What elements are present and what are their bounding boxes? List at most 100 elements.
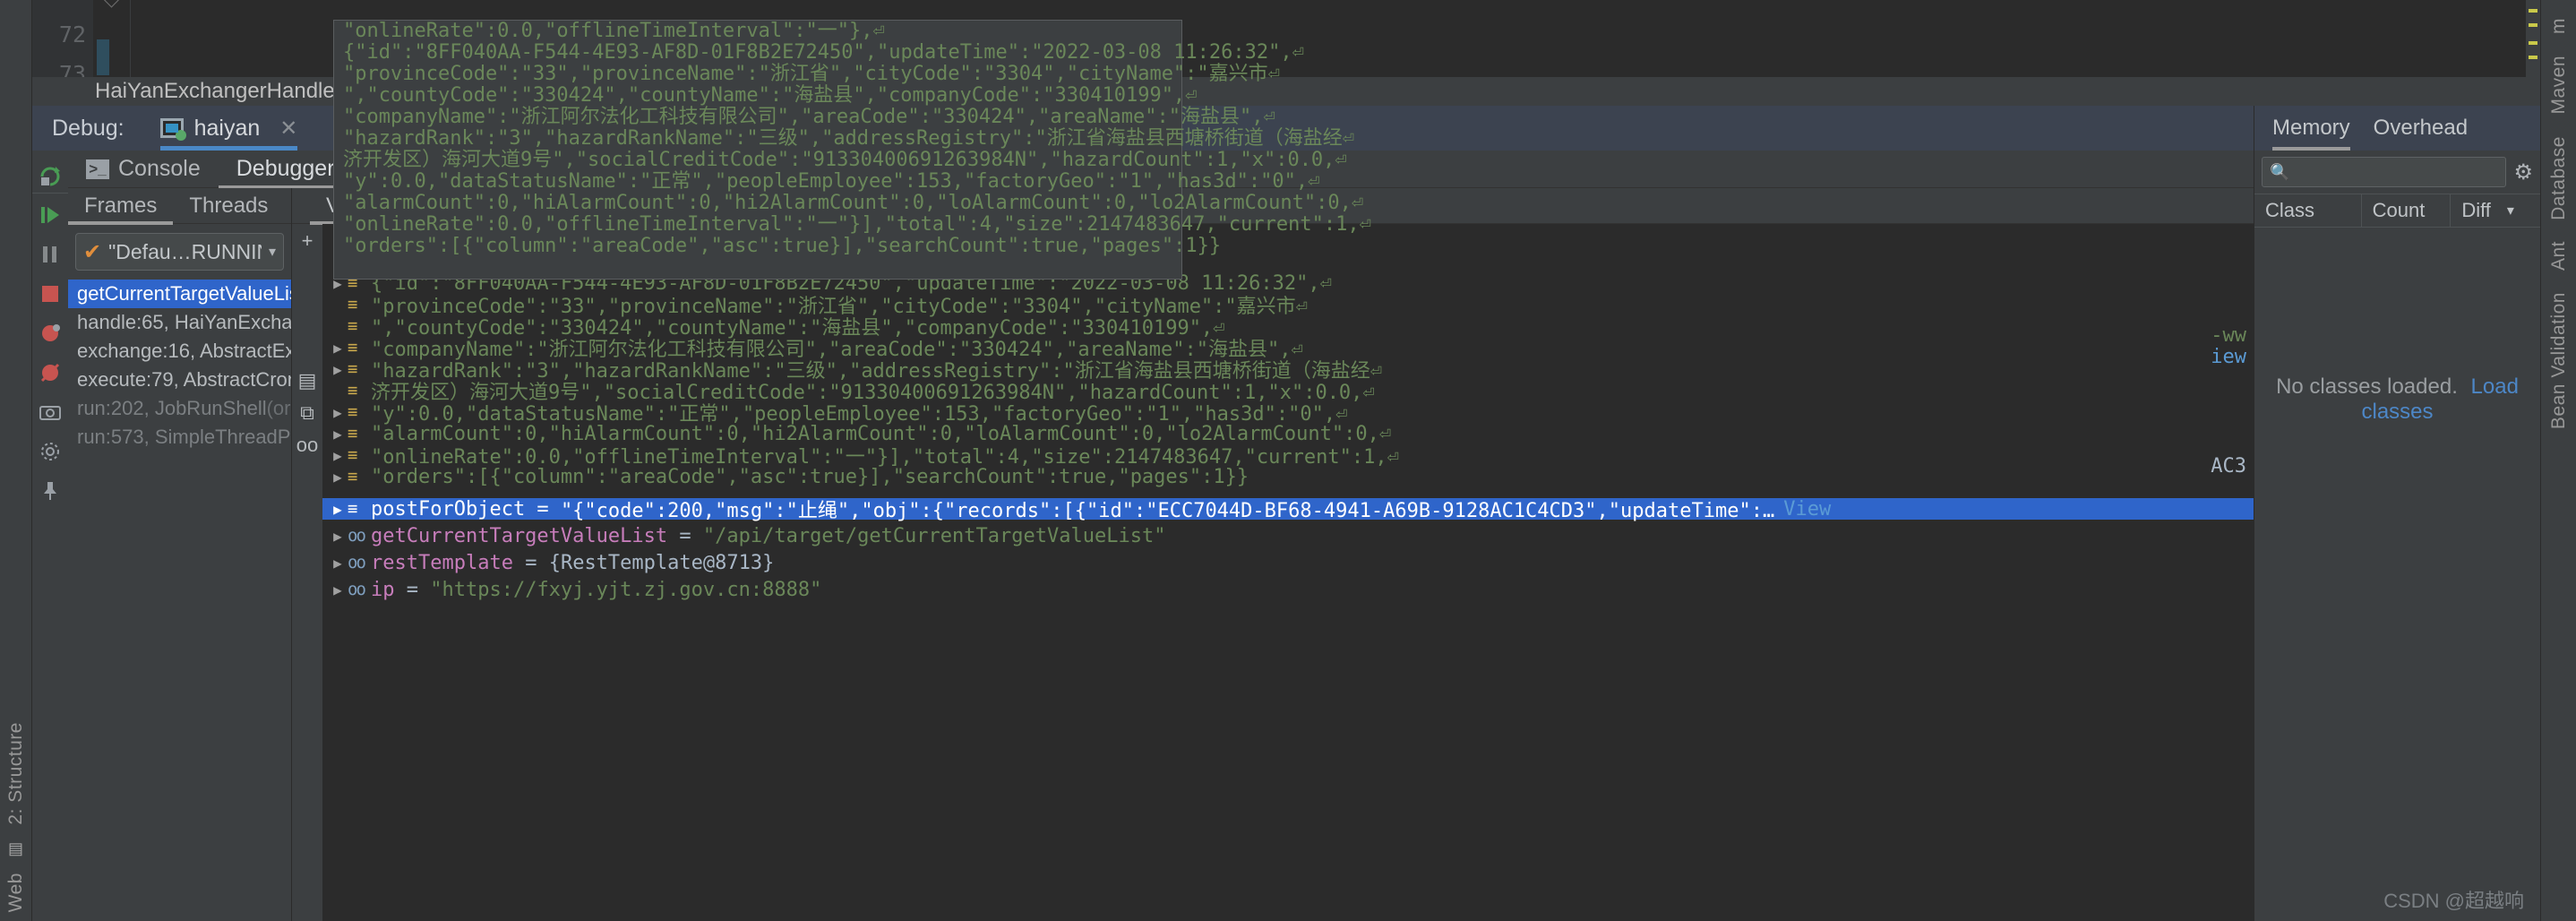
tab-threads[interactable]: Threads bbox=[173, 188, 284, 224]
frame-row[interactable]: run:573, SimpleThreadPool$WorkerThrea bbox=[68, 423, 291, 452]
frame-label: handle:65, HaiYanExchangerHandler bbox=[77, 311, 291, 333]
frame-row-selected[interactable]: getCurrentTargetValueList:97, HaiYanEx bbox=[68, 280, 291, 308]
tab-overhead[interactable]: Overhead bbox=[2374, 106, 2468, 151]
expand-arrow[interactable]: ▶ bbox=[328, 581, 348, 598]
thread-selector-dropdown[interactable]: ✔ "Defau…RUNNING ▾ bbox=[75, 233, 284, 271]
mute-breakpoints-button[interactable] bbox=[32, 355, 68, 391]
frame-row[interactable]: run:202, JobRunShell (org.quartz.core) bbox=[68, 394, 291, 423]
popup-json-line: "alarmCount":0,"hiAlarmCount":0,"hi2Alar… bbox=[343, 192, 1364, 214]
sidebar-item-structure[interactable]: 2: Structure bbox=[5, 713, 27, 834]
expand-arrow[interactable]: ▶ bbox=[328, 404, 348, 421]
stop-button[interactable] bbox=[32, 276, 68, 312]
debug-session-tab[interactable]: haiyan ✕ bbox=[159, 106, 298, 151]
debug-label: Debug: bbox=[52, 115, 125, 141]
sidebar-item-web[interactable]: Web bbox=[5, 864, 27, 921]
run-configuration-icon bbox=[159, 118, 186, 141]
copy-value-icon[interactable]: ⧉ bbox=[300, 401, 314, 425]
run-control-toolbar[interactable] bbox=[32, 151, 68, 921]
frame-row[interactable]: exchange:16, AbstractExchanger (top.h bbox=[68, 337, 291, 366]
pause-program-button[interactable] bbox=[32, 237, 68, 272]
expand-arrow[interactable]: ▶ bbox=[328, 501, 348, 518]
sidebar-item-database[interactable]: Database bbox=[2548, 125, 2570, 231]
memory-search-input[interactable]: 🔍 bbox=[2262, 157, 2507, 187]
expand-arrow[interactable]: ▶ bbox=[328, 340, 348, 357]
gear-icon[interactable]: ⚙ bbox=[2513, 159, 2533, 185]
left-tool-rail[interactable]: 2: Structure ▤ Web bbox=[0, 0, 32, 921]
memory-empty-state: No classes loaded. Load classes bbox=[2254, 374, 2540, 425]
memory-search-row[interactable]: 🔍 ⚙ bbox=[2254, 151, 2540, 194]
popup-json-line: ","countyCode":"330424","countyName":"海盐… bbox=[343, 84, 1198, 107]
frame-row[interactable]: execute:79, AbstractCronExchanger$Cro bbox=[68, 366, 291, 394]
chevron-down-icon[interactable]: ▾ bbox=[2507, 202, 2514, 219]
inspect-icon[interactable]: ▤ bbox=[298, 369, 317, 392]
expand-arrow[interactable]: ▶ bbox=[328, 555, 348, 572]
memory-table-header[interactable]: Class Count Diff ▾ bbox=[2254, 194, 2540, 228]
tab-console[interactable]: >_ Console bbox=[68, 151, 219, 188]
right-tool-rail[interactable]: m Maven Database Ant Bean Validation bbox=[2540, 0, 2576, 921]
popup-json-line: "hazardRank":"3","hazardRankName":"三级","… bbox=[343, 127, 1354, 150]
pin-button[interactable] bbox=[32, 473, 68, 509]
variable-row[interactable]: ▶ oo ip = "https://fxyj.yjt.zj.gov.cn:88… bbox=[322, 578, 822, 601]
column-header-diff-label: Diff bbox=[2461, 199, 2491, 221]
view-link[interactable]: iew bbox=[2211, 346, 2246, 368]
expand-arrow[interactable]: ▶ bbox=[328, 528, 348, 545]
frame-label: run:202, JobRunShell bbox=[77, 397, 267, 419]
breadcrumb-class[interactable]: HaiYanExchangerHandler bbox=[95, 79, 342, 104]
sidebar-item-bean-validation[interactable]: Bean Validation bbox=[2548, 281, 2570, 440]
screenshot-button[interactable] bbox=[32, 394, 68, 430]
view-link[interactable]: View bbox=[1783, 498, 1831, 521]
variable-value: "https://fxyj.yjt.zj.gov.cn:8888" bbox=[430, 578, 822, 601]
json-variable-rows[interactable]: ▶≡"onlineRate":0.0,"offlineTimeInterval"… bbox=[322, 251, 2254, 488]
memory-panel[interactable]: Memory Overhead 🔍 ⚙ Class Count Diff ▾ N… bbox=[2254, 106, 2540, 921]
tab-memory[interactable]: Memory bbox=[2272, 106, 2350, 151]
string-icon: ≡ bbox=[348, 445, 358, 465]
frame-label: execute:79, AbstractCronExchanger$Cro bbox=[77, 368, 291, 391]
variable-row[interactable]: ▶≡"onlineRate":0.0,"offlineTimeInterval"… bbox=[322, 444, 2254, 469]
variable-row[interactable]: ▶ oo restTemplate = {RestTemplate@8713} bbox=[322, 552, 774, 574]
column-header-class[interactable]: Class bbox=[2254, 194, 2362, 228]
frame-label: getCurrentTargetValueList:97, HaiYanEx bbox=[77, 282, 291, 305]
resume-program-button[interactable] bbox=[32, 197, 68, 233]
editor-line-72[interactable]: 72 private void getCurrentTargetValueLis… bbox=[32, 0, 2540, 47]
rerun-button[interactable] bbox=[32, 158, 68, 194]
variable-row[interactable]: ▶ oo getCurrentTargetValueList = "/api/t… bbox=[322, 525, 1165, 547]
frames-panel[interactable]: Frames Threads ✔ "Defau…RUNNING ▾ getCur… bbox=[68, 188, 292, 921]
thread-selector-value: "Defau…RUNNING bbox=[108, 239, 262, 263]
variable-row-selected[interactable]: ▶ ≡ postForObject = "{"code":200,"msg":"… bbox=[322, 497, 2254, 522]
close-icon[interactable]: ✕ bbox=[279, 116, 297, 142]
view-breakpoints-button[interactable] bbox=[32, 315, 68, 351]
frame-list[interactable]: getCurrentTargetValueList:97, HaiYanEx h… bbox=[68, 280, 291, 452]
editor-marker-strip[interactable] bbox=[2526, 0, 2540, 77]
popup-json-line: 济开发区）海河大道9号","socialCreditCode":"9133040… bbox=[343, 149, 1347, 171]
object-icon: oo bbox=[348, 580, 366, 599]
sidebar-item-maven[interactable]: Maven bbox=[2548, 45, 2570, 125]
sidebar-item-ant[interactable]: Ant bbox=[2548, 230, 2570, 281]
object-id-icon[interactable]: oo bbox=[296, 434, 318, 457]
string-icon: ≡ bbox=[348, 424, 358, 443]
variables-tree[interactable]: oo jsonArrayPut = {JSONArray@8703} size … bbox=[322, 224, 2254, 921]
frame-package: (org.quartz.core) bbox=[266, 397, 291, 419]
memory-tab-row[interactable]: Memory Overhead bbox=[2254, 106, 2540, 151]
string-icon: ≡ bbox=[348, 316, 358, 336]
variables-side-toolbar[interactable]: + ▤ ⧉ oo bbox=[292, 224, 322, 921]
variables-panel[interactable]: Variables + ▤ ⧉ oo oo jsonArrayPut = {JS… bbox=[292, 188, 2254, 921]
variable-name: postForObject bbox=[371, 497, 526, 521]
chevron-down-icon[interactable]: ▾ bbox=[269, 243, 276, 261]
column-header-diff[interactable]: Diff ▾ bbox=[2451, 194, 2540, 228]
tab-frames[interactable]: Frames bbox=[68, 188, 174, 225]
settings-button[interactable] bbox=[32, 434, 68, 469]
value-preview-popup[interactable]: "onlineRate":0.0,"offlineTimeInterval":"… bbox=[333, 20, 1371, 280]
watermark: CSDN @超越响 bbox=[2383, 890, 2524, 912]
clipped-link-fragment[interactable]: iew bbox=[2205, 346, 2246, 368]
variable-row[interactable]: ▶ ≡ "y":0.0,"dataStatusName":"正常","peopleE… bbox=[322, 401, 2254, 426]
frames-tab-row[interactable]: Frames Threads bbox=[68, 188, 291, 225]
expand-arrow[interactable]: ▶ bbox=[328, 469, 348, 486]
expand-arrow[interactable]: ▶ bbox=[328, 426, 348, 443]
column-header-count[interactable]: Count bbox=[2362, 194, 2451, 228]
search-icon: 🔍 bbox=[2270, 162, 2290, 181]
add-watch-icon[interactable]: + bbox=[302, 229, 313, 253]
frame-label: run:573, SimpleThreadPool$WorkerThrea bbox=[77, 426, 291, 448]
frame-row[interactable]: handle:65, HaiYanExchangerHandler (top bbox=[68, 308, 291, 337]
expand-arrow[interactable]: ▶ bbox=[328, 361, 348, 378]
expand-arrow[interactable]: ▶ bbox=[328, 447, 348, 464]
